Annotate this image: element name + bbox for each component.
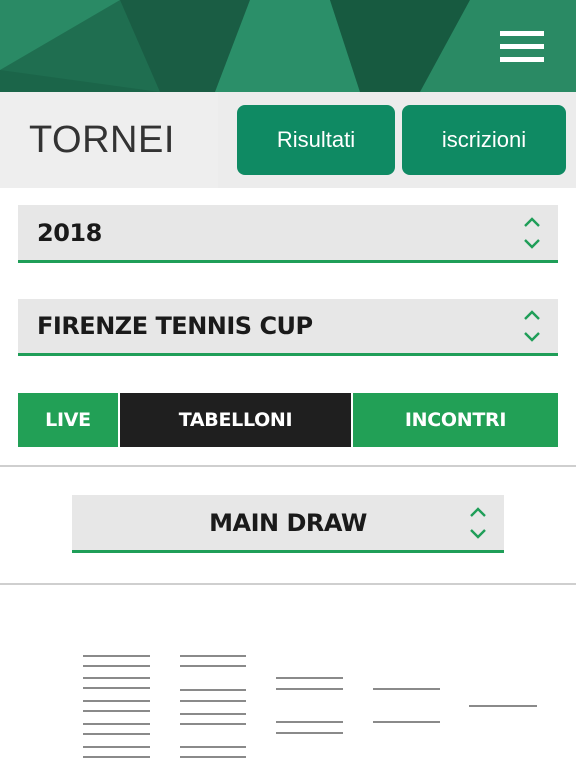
tab-tabelloni[interactable]: TABELLONI xyxy=(120,393,351,447)
header-banner xyxy=(0,0,576,92)
title-bar: TORNEI Risultati iscrizioni xyxy=(0,92,576,188)
select-arrows-icon xyxy=(524,310,540,342)
year-select[interactable]: 2018 xyxy=(18,205,558,263)
divider xyxy=(0,583,576,585)
tab-live[interactable]: LIVE xyxy=(18,393,118,447)
bracket-round-3 xyxy=(276,677,343,734)
select-arrows-icon xyxy=(470,506,486,539)
banner-background xyxy=(0,0,576,92)
draw-bracket xyxy=(83,655,537,758)
entries-button[interactable]: iscrizioni xyxy=(402,105,566,175)
tournament-select-value: FIRENZE TENNIS CUP xyxy=(37,312,313,340)
draw-select[interactable]: MAIN DRAW xyxy=(72,495,504,553)
page-title-text: TORNEI xyxy=(29,118,175,161)
hamburger-menu-icon[interactable] xyxy=(500,31,544,62)
bracket-round-4 xyxy=(373,688,440,723)
page-title: TORNEI xyxy=(0,92,218,188)
select-arrows-icon xyxy=(524,216,540,249)
year-select-value: 2018 xyxy=(37,218,102,247)
tab-incontri[interactable]: INCONTRI xyxy=(353,393,558,447)
bracket-round-1 xyxy=(83,655,150,758)
tournament-select[interactable]: FIRENZE TENNIS CUP xyxy=(18,299,558,356)
draw-select-value: MAIN DRAW xyxy=(209,508,367,537)
divider xyxy=(0,465,576,467)
bracket-round-2 xyxy=(180,655,246,758)
section-tabs: LIVE TABELLONI INCONTRI xyxy=(18,393,558,447)
results-button[interactable]: Risultati xyxy=(237,105,395,175)
